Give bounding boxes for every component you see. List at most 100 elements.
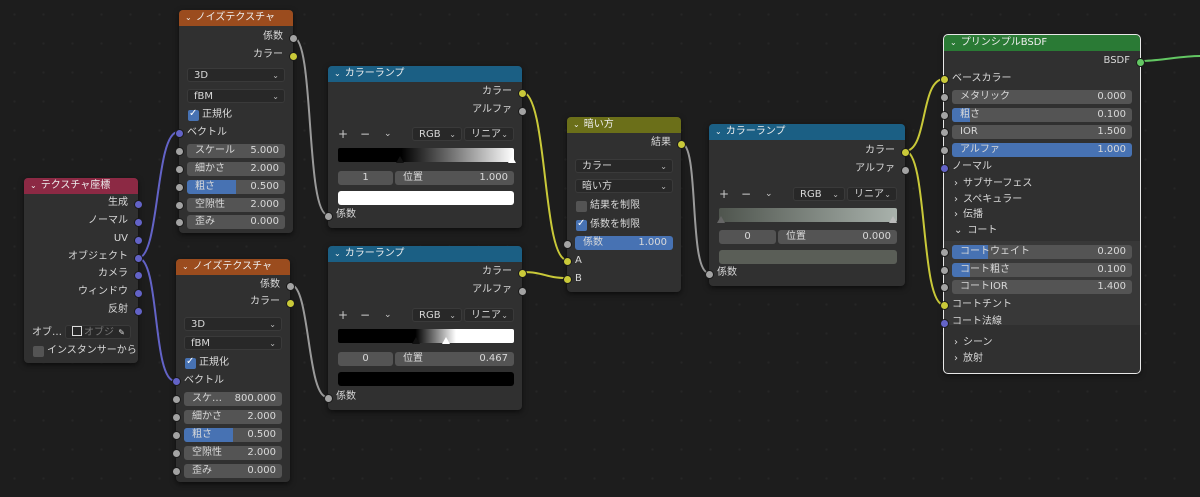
collapse-chevron-icon[interactable]: ⌄ — [185, 10, 192, 26]
ior-field[interactable]: IOR 1.500 — [952, 125, 1132, 139]
stop-marker-left[interactable] — [717, 216, 725, 223]
color-mode-dropdown[interactable]: RGB ⌄ — [412, 127, 462, 141]
data-type-dropdown[interactable]: カラー ⌄ — [575, 159, 673, 173]
type-dropdown[interactable]: fBM ⌄ — [187, 89, 285, 103]
output-socket[interactable] — [1136, 58, 1145, 67]
stop-position-field[interactable]: 位置 0.000 — [778, 230, 897, 244]
input-socket[interactable] — [940, 301, 949, 310]
roughness-field[interactable]: 粗さ 0.100 — [952, 108, 1132, 122]
input-socket[interactable] — [172, 449, 181, 458]
input-socket[interactable] — [324, 394, 333, 403]
input-socket[interactable] — [940, 164, 949, 173]
sheen-panel[interactable]: › シーン — [954, 336, 993, 350]
node-header[interactable]: ⌄ カラーランプ — [328, 246, 522, 262]
coat-ior-field[interactable]: コートIOR 1.400 — [952, 280, 1132, 294]
stop-marker-white[interactable] — [508, 156, 516, 163]
stop-marker-right[interactable] — [889, 216, 897, 223]
interpolation-dropdown[interactable]: リニア ⌄ — [464, 127, 514, 141]
chevron-down-icon[interactable]: ⌄ — [384, 127, 392, 141]
roughness-field[interactable]: 粗さ 0.500 — [184, 428, 282, 442]
normalize-checkbox[interactable] — [185, 356, 196, 369]
output-socket[interactable] — [286, 282, 295, 291]
roughness-field[interactable]: 粗さ 0.500 — [187, 180, 285, 194]
input-socket[interactable] — [563, 240, 572, 249]
coat-panel[interactable]: ⌄ コート — [954, 224, 997, 238]
color-mode-dropdown[interactable]: RGB ⌄ — [793, 187, 845, 201]
from-instancer-checkbox[interactable] — [33, 346, 44, 357]
output-socket[interactable] — [518, 107, 527, 116]
input-socket[interactable] — [940, 248, 949, 257]
node-header[interactable]: ⌄ プリンシプルBSDF — [944, 35, 1140, 51]
object-field[interactable]: オブジ ✎ — [65, 325, 131, 339]
output-socket[interactable] — [134, 254, 143, 263]
input-socket[interactable] — [175, 183, 184, 192]
specular-panel[interactable]: › スペキュラー — [954, 193, 1022, 207]
input-socket[interactable] — [175, 201, 184, 210]
color-ramp-node-2[interactable]: ⌄ カラーランプ カラー アルファ + − ⌄ RGB ⌄ リニア ⌄ 0 位置 0.4… — [324, 246, 527, 410]
coat-roughness-field[interactable]: コート粗さ 0.100 — [952, 263, 1132, 277]
collapse-chevron-icon[interactable]: ⌄ — [715, 124, 722, 140]
input-socket[interactable] — [940, 266, 949, 275]
type-dropdown[interactable]: fBM ⌄ — [184, 336, 282, 350]
alpha-field[interactable]: アルファ 1.000 — [952, 143, 1132, 157]
collapse-chevron-icon[interactable]: ⌄ — [30, 178, 37, 194]
input-socket-b[interactable] — [563, 275, 572, 284]
output-socket[interactable] — [134, 218, 143, 227]
stop-marker-black[interactable] — [412, 337, 420, 344]
input-socket[interactable] — [940, 93, 949, 102]
collapse-chevron-icon[interactable]: ⌄ — [334, 66, 341, 82]
input-socket[interactable] — [324, 212, 333, 221]
scale-field[interactable]: スケール 5.000 — [187, 144, 285, 158]
noise-texture-node-2[interactable]: ⌄ノイズテクスチャ 係数 カラー 3D⌄ fBM⌄ 正規化 ベクトル スケ…80… — [172, 259, 295, 482]
color-ramp-node-1[interactable]: ⌄ カラーランプ カラー アルファ + − ⌄ RGB ⌄ リニア ⌄ 1 位置 1.0… — [324, 66, 527, 228]
collapse-chevron-icon[interactable]: ⌄ — [573, 117, 580, 133]
color-ramp-bar[interactable] — [719, 208, 897, 222]
transmission-panel[interactable]: › 伝播 — [954, 208, 983, 222]
input-socket[interactable] — [172, 413, 181, 422]
normalize-checkbox[interactable] — [188, 108, 199, 121]
node-header[interactable]: ⌄ 暗い方 — [567, 117, 681, 133]
input-socket[interactable] — [175, 218, 184, 227]
output-socket[interactable] — [134, 236, 143, 245]
output-socket[interactable] — [677, 140, 686, 149]
interpolation-dropdown[interactable]: リニア ⌄ — [847, 187, 897, 201]
input-socket[interactable] — [172, 431, 181, 440]
metallic-field[interactable]: メタリック 0.000 — [952, 90, 1132, 104]
node-header[interactable]: ⌄ ノイズテクスチャ — [176, 259, 290, 275]
output-socket[interactable] — [901, 166, 910, 175]
node-header[interactable]: ⌄ ノイズテクスチャ — [179, 10, 293, 26]
remove-stop-icon[interactable]: − — [741, 187, 751, 201]
remove-stop-icon[interactable]: − — [360, 308, 370, 322]
output-socket[interactable] — [518, 269, 527, 278]
detail-field[interactable]: 細かさ 2.000 — [187, 162, 285, 176]
input-socket[interactable] — [172, 377, 181, 386]
principled-bsdf-node[interactable]: ⌄ プリンシプルBSDF BSDF ベースカラー メタリック 0.000 粗さ 0.1… — [940, 34, 1145, 374]
lacunarity-field[interactable]: 空隙性 2.000 — [187, 198, 285, 212]
noise-texture-node-1[interactable]: ⌄ノイズテクスチャ 係数 カラー 3D⌄ fBM⌄ 正規化 ベクトル スケール5… — [175, 10, 298, 233]
input-socket[interactable] — [940, 146, 949, 155]
input-socket[interactable] — [940, 111, 949, 120]
stop-marker-black[interactable] — [396, 156, 404, 163]
output-socket[interactable] — [901, 148, 910, 157]
texture-coordinate-node[interactable]: ⌄ テクスチャ座標 生成 ノーマル UV オブジェクト カメラ ウィンドウ 反射 … — [24, 178, 143, 363]
stop-color-swatch[interactable] — [338, 191, 514, 205]
input-socket-a[interactable] — [563, 257, 572, 266]
node-header[interactable]: ⌄ カラーランプ — [709, 124, 905, 140]
subsurface-panel[interactable]: › サブサーフェス — [954, 177, 1032, 191]
stop-position-field[interactable]: 位置 0.467 — [395, 352, 514, 366]
add-stop-icon[interactable]: + — [719, 187, 729, 201]
output-socket[interactable] — [134, 289, 143, 298]
output-socket[interactable] — [289, 52, 298, 61]
input-socket[interactable] — [175, 165, 184, 174]
lacunarity-field[interactable]: 空隙性 2.000 — [184, 446, 282, 460]
clamp-factor-checkbox[interactable] — [576, 218, 587, 231]
input-socket[interactable] — [172, 467, 181, 476]
node-header[interactable]: ⌄ テクスチャ座標 — [24, 178, 138, 194]
input-socket[interactable] — [175, 147, 184, 156]
input-socket[interactable] — [940, 283, 949, 292]
input-socket[interactable] — [705, 270, 714, 279]
input-socket[interactable] — [940, 319, 949, 328]
dimensions-dropdown[interactable]: 3D ⌄ — [184, 317, 282, 331]
eyedropper-icon[interactable]: ✎ — [118, 326, 125, 340]
emission-panel[interactable]: › 放射 — [954, 352, 983, 366]
